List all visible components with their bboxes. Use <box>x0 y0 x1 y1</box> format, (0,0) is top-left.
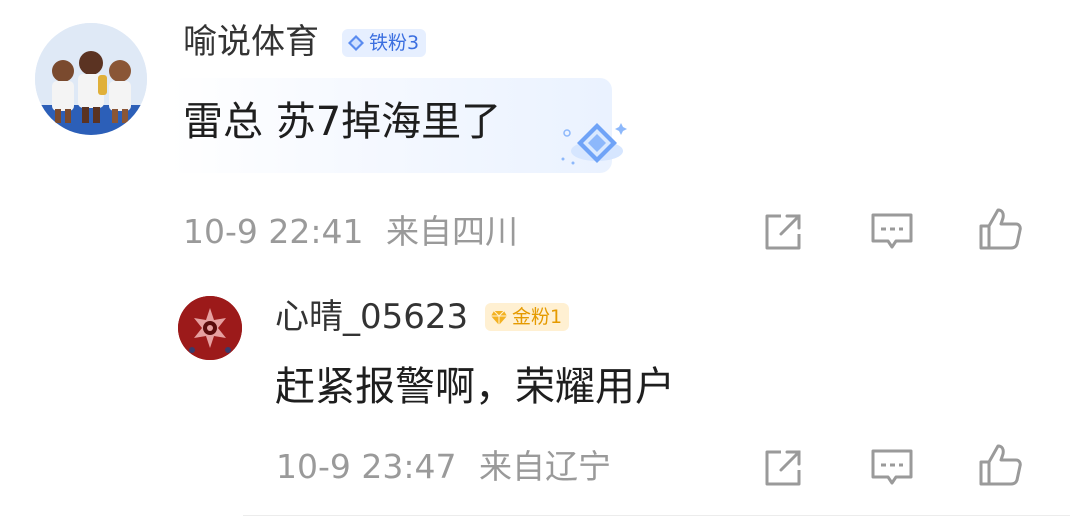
fan-badge-label: 铁粉3 <box>369 32 420 54</box>
comment-meta: 10-9 22:41 来自四川 <box>183 212 518 252</box>
reply-text: 赶紧报警啊，荣耀用户 <box>275 364 675 410</box>
gem-icon <box>491 310 507 325</box>
reply-like-icon[interactable] <box>976 441 1024 489</box>
reply-username[interactable]: 心晴_05623 <box>275 297 468 337</box>
comment-text: 雷总 苏7掉海里了 <box>183 99 502 145</box>
like-icon[interactable] <box>976 205 1024 253</box>
username[interactable]: 喻说体育 <box>183 22 319 62</box>
divider <box>243 515 1070 516</box>
reply-time: 10-9 23:47 <box>276 447 457 486</box>
avatar-image <box>178 296 242 360</box>
reply-meta: 10-9 23:47 来自辽宁 <box>276 447 611 487</box>
avatar-image <box>35 23 147 135</box>
fan-badge[interactable]: 铁粉3 <box>342 29 427 57</box>
share-icon[interactable] <box>759 208 807 256</box>
reply-share-icon[interactable] <box>759 444 807 492</box>
reply-comment-icon[interactable] <box>868 444 916 492</box>
reply-location: 来自辽宁 <box>479 447 611 486</box>
avatar[interactable] <box>35 23 147 135</box>
comment-location: 来自四川 <box>386 212 518 251</box>
reply-fan-badge-label: 金粉1 <box>512 306 563 328</box>
comment-time: 10-9 22:41 <box>183 212 364 251</box>
diamond-icon <box>348 35 364 51</box>
fan-decoration-icon <box>561 123 627 165</box>
reply-fan-badge[interactable]: 金粉1 <box>485 303 570 331</box>
reply-avatar[interactable] <box>178 296 242 360</box>
comment-icon[interactable] <box>868 208 916 256</box>
